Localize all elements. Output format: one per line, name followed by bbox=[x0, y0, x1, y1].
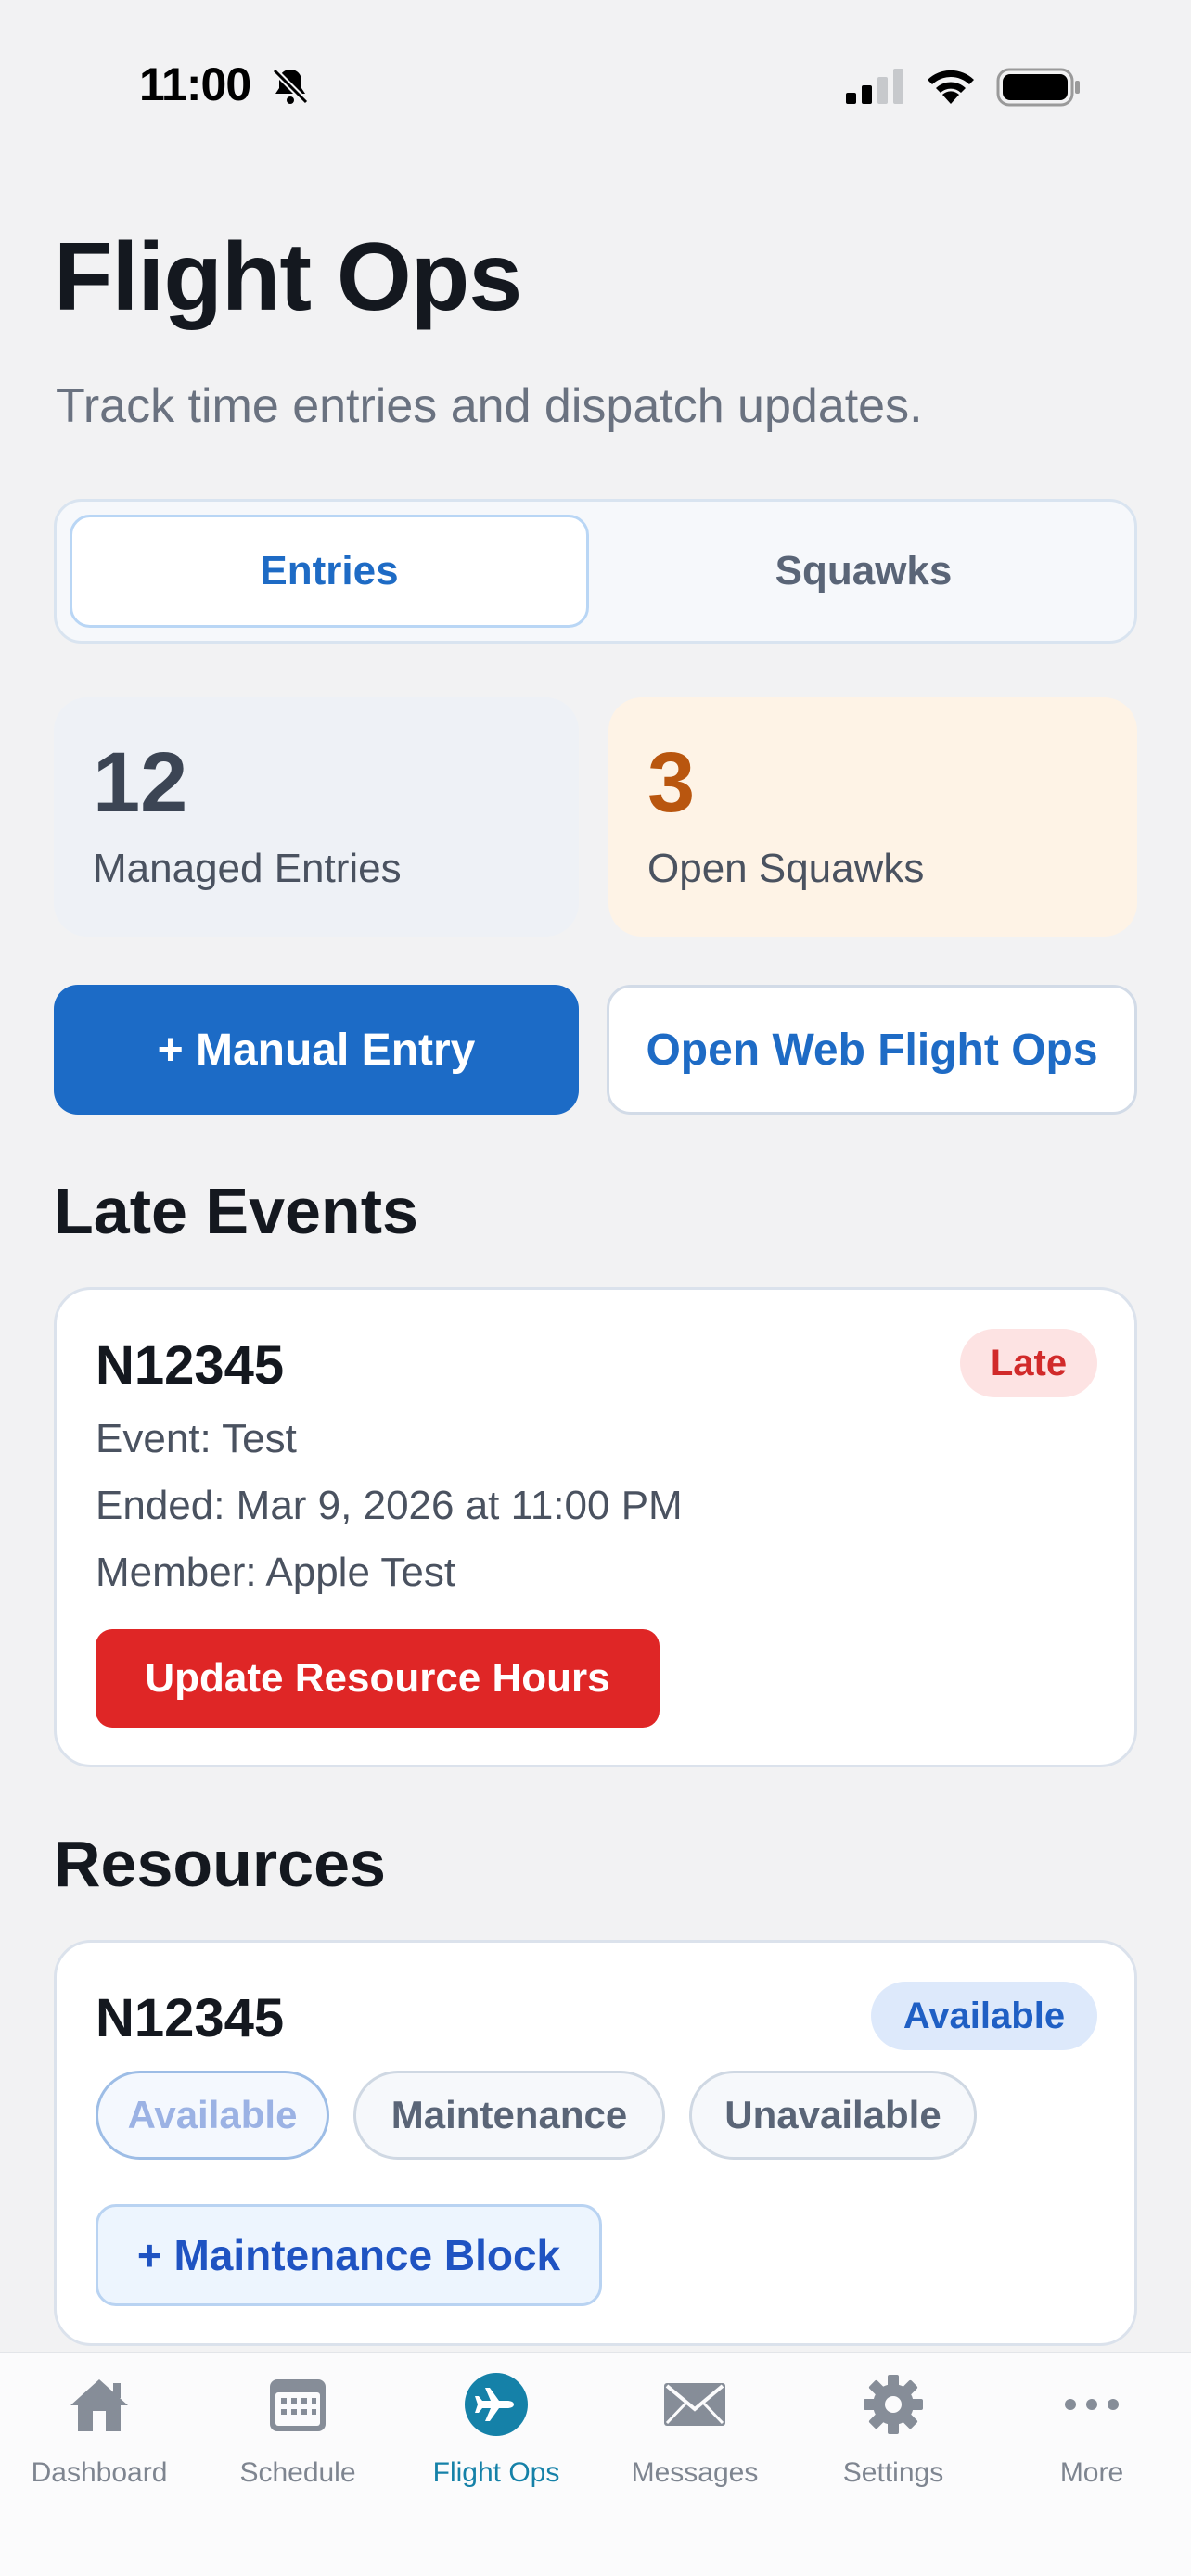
managed-entries-card: 12 Managed Entries bbox=[54, 697, 579, 937]
status-chip-unavailable[interactable]: Unavailable bbox=[689, 2071, 977, 2160]
late-event-member: Member: Apple Test bbox=[96, 1549, 456, 1595]
bell-slash-icon bbox=[272, 68, 309, 105]
cellular-signal-icon bbox=[846, 69, 903, 104]
late-events-heading: Late Events bbox=[54, 1175, 418, 1247]
tab-label: Flight Ops bbox=[432, 2457, 560, 2488]
resource-card: N12345 Available Available Maintenance U… bbox=[54, 1940, 1137, 2346]
managed-entries-label: Managed Entries bbox=[93, 846, 402, 891]
airplane-icon bbox=[465, 2373, 528, 2436]
late-event-tail-number: N12345 bbox=[96, 1335, 285, 1396]
gear-icon bbox=[864, 2375, 923, 2434]
open-web-flight-ops-button[interactable]: Open Web Flight Ops bbox=[607, 985, 1137, 1115]
status-time: 11:00 bbox=[139, 58, 251, 110]
calendar-icon bbox=[270, 2379, 326, 2431]
page-subtitle: Track time entries and dispatch updates. bbox=[56, 379, 923, 433]
managed-entries-count: 12 bbox=[93, 735, 188, 830]
page-title: Flight Ops bbox=[54, 223, 522, 331]
tab-settings[interactable]: Settings bbox=[794, 2353, 992, 2520]
status-bar: 11:00 bbox=[0, 0, 1191, 176]
home-icon bbox=[70, 2379, 128, 2431]
more-icon bbox=[1065, 2399, 1119, 2410]
tab-messages[interactable]: Messages bbox=[596, 2353, 794, 2520]
status-chip-maintenance[interactable]: Maintenance bbox=[353, 2071, 665, 2160]
tab-flight-ops[interactable]: Flight Ops bbox=[397, 2353, 596, 2520]
open-squawks-card: 3 Open Squawks bbox=[608, 697, 1137, 937]
tab-label: Settings bbox=[842, 2457, 944, 2488]
manual-entry-button[interactable]: + Manual Entry bbox=[54, 985, 579, 1115]
late-status-badge: Late bbox=[960, 1329, 1097, 1397]
resources-heading: Resources bbox=[54, 1828, 386, 1900]
envelope-icon bbox=[664, 2383, 725, 2426]
segmented-control: Entries Squawks bbox=[54, 499, 1137, 644]
tab-entries[interactable]: Entries bbox=[70, 515, 589, 628]
update-resource-hours-button[interactable]: Update Resource Hours bbox=[96, 1629, 660, 1728]
resource-status-badge: Available bbox=[871, 1982, 1097, 2050]
tab-label: Messages bbox=[631, 2457, 759, 2488]
late-event-ended: Ended: Mar 9, 2026 at 11:00 PM bbox=[96, 1483, 683, 1528]
tab-label: More bbox=[1059, 2457, 1124, 2488]
tab-more[interactable]: More bbox=[992, 2353, 1191, 2520]
tab-squawks[interactable]: Squawks bbox=[604, 515, 1123, 628]
tab-dashboard[interactable]: Dashboard bbox=[0, 2353, 198, 2520]
tab-label: Dashboard bbox=[31, 2457, 168, 2488]
open-squawks-label: Open Squawks bbox=[647, 846, 925, 891]
late-event-name: Event: Test bbox=[96, 1416, 297, 1461]
wifi-icon bbox=[928, 70, 974, 104]
bottom-tab-bar: Dashboard Schedule Flight Ops Messages S… bbox=[0, 2352, 1191, 2576]
resource-tail-number: N12345 bbox=[96, 1988, 285, 2048]
flight-ops-screen: 11:00 Flight Ops Track time entries and … bbox=[0, 0, 1191, 2576]
tab-label: Schedule bbox=[239, 2457, 356, 2488]
tab-schedule[interactable]: Schedule bbox=[198, 2353, 397, 2520]
status-chip-available[interactable]: Available bbox=[96, 2071, 329, 2160]
battery-icon bbox=[996, 68, 1080, 107]
open-squawks-count: 3 bbox=[647, 735, 696, 830]
add-maintenance-block-button[interactable]: + Maintenance Block bbox=[96, 2204, 602, 2306]
late-event-card: N12345 Late Event: Test Ended: Mar 9, 20… bbox=[54, 1287, 1137, 1767]
